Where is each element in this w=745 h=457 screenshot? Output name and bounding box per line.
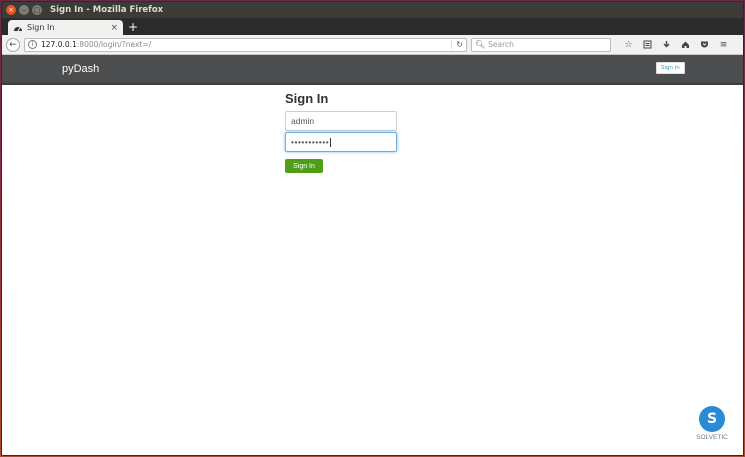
window-minimize-button[interactable]: – bbox=[19, 5, 29, 15]
toolbar-icons: ☆ ≡ bbox=[619, 38, 733, 52]
url-path: :8000/login/?next=/ bbox=[76, 40, 152, 49]
title-bar: × – □ Sign In - Mozilla Firefox bbox=[2, 2, 743, 18]
site-brand[interactable]: pyDash bbox=[62, 63, 99, 75]
watermark-icon: S bbox=[699, 406, 725, 432]
tab-label: Sign In bbox=[27, 23, 55, 32]
new-tab-button[interactable]: + bbox=[128, 20, 138, 34]
window-controls: × – □ bbox=[6, 5, 42, 15]
text-caret bbox=[330, 137, 332, 147]
tab-close-icon[interactable]: × bbox=[110, 23, 118, 33]
back-button[interactable]: ← bbox=[6, 37, 20, 52]
download-icon[interactable] bbox=[657, 38, 676, 52]
window-maximize-button[interactable]: □ bbox=[32, 5, 42, 15]
watermark-text: SOLVETIC bbox=[696, 434, 728, 441]
menu-icon[interactable]: ≡ bbox=[714, 38, 733, 52]
password-value: ••••••••••• bbox=[291, 137, 330, 147]
info-icon[interactable]: i bbox=[28, 40, 37, 49]
url-host: 127.0.0.1 bbox=[41, 40, 77, 49]
window-title: Sign In - Mozilla Firefox bbox=[50, 5, 164, 15]
search-bar[interactable]: 🔍︎ Search bbox=[471, 37, 611, 52]
pocket-icon[interactable] bbox=[695, 38, 714, 52]
home-icon[interactable] bbox=[676, 38, 695, 52]
navigation-bar: ← i 127.0.0.1:8000/login/?next=/ ↻ 🔍︎ Se… bbox=[2, 35, 743, 55]
window-close-button[interactable]: × bbox=[6, 5, 16, 15]
arrow-left-icon: ← bbox=[9, 39, 17, 50]
tab-strip: Sign In × + bbox=[2, 18, 743, 35]
header-sign-in-button[interactable]: Sign In bbox=[656, 62, 685, 74]
site-favicon-icon bbox=[13, 23, 23, 33]
search-icon: 🔍︎ bbox=[475, 40, 486, 49]
site-header: pyDash Sign In bbox=[2, 55, 743, 85]
reload-icon[interactable]: ↻ bbox=[451, 40, 463, 49]
password-field[interactable]: ••••••••••• bbox=[285, 132, 397, 152]
page-title: Sign In bbox=[285, 91, 329, 106]
watermark-logo: S SOLVETIC bbox=[683, 406, 741, 455]
sign-in-button[interactable]: Sign In bbox=[285, 159, 323, 173]
main-content: Sign In admin ••••••••••• Sign In bbox=[2, 85, 743, 445]
username-field[interactable]: admin bbox=[285, 111, 397, 131]
reading-list-icon[interactable] bbox=[638, 38, 657, 52]
url-bar[interactable]: i 127.0.0.1:8000/login/?next=/ ↻ bbox=[24, 37, 467, 52]
username-value: admin bbox=[291, 116, 315, 126]
bookmark-star-icon[interactable]: ☆ bbox=[619, 38, 638, 52]
tab-sign-in[interactable]: Sign In × bbox=[8, 20, 123, 35]
search-placeholder: Search bbox=[488, 40, 514, 49]
browser-window: × – □ Sign In - Mozilla Firefox Sign In … bbox=[1, 1, 744, 456]
